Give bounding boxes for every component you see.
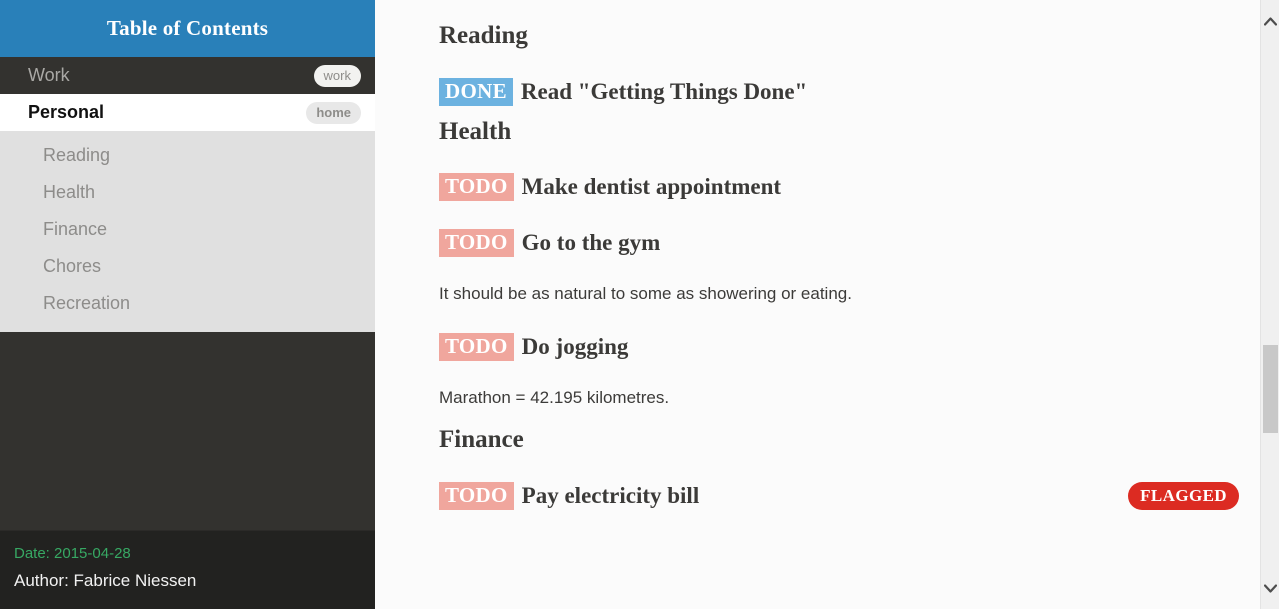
task-keyword-todo: TODO (439, 173, 514, 201)
sidebar-item-chores[interactable]: Chores (0, 248, 375, 285)
document-author: Author: Fabrice Niessen (14, 571, 197, 590)
task-title: Make dentist appointment (521, 174, 782, 200)
sidebar-item-personal-label: Personal (28, 102, 105, 122)
scroll-up-arrow-icon[interactable] (1261, 8, 1279, 34)
document-date: Date: 2015-04-28 (14, 545, 131, 562)
sidebar-item-reading[interactable]: Reading (0, 137, 375, 174)
app-root: Table of Contents Work work Personal hom… (0, 0, 1279, 609)
sidebar-item-finance[interactable]: Finance (0, 211, 375, 248)
scrollbar-thumb[interactable] (1263, 345, 1278, 433)
task-keyword-todo: TODO (439, 333, 514, 362)
scroll-down-arrow-icon[interactable] (1261, 575, 1279, 601)
task-row[interactable]: TODO Do jogging (439, 333, 1239, 362)
sidebar: Table of Contents Work work Personal hom… (0, 0, 375, 609)
sidebar-item-chores-label: Chores (43, 256, 102, 276)
task-title: Do jogging (521, 334, 629, 360)
section-heading-finance: Finance (439, 426, 524, 454)
table-of-contents-header: Table of Contents (0, 0, 375, 57)
sidebar-item-work-label: Work (28, 65, 70, 85)
section-heading-reading: Reading (439, 22, 528, 49)
toc-navigation: Work work Personal home Reading Health F… (0, 57, 375, 332)
sidebar-item-reading-label: Reading (43, 145, 111, 165)
toc-sublist: Reading Health Finance Chores Recreation (0, 131, 375, 332)
sidebar-item-recreation[interactable]: Recreation (0, 285, 375, 322)
task-note-paragraph: Marathon = 42.195 kilometres. (439, 388, 670, 408)
section-heading-health: Health (439, 117, 512, 145)
sidebar-tag-home: home (306, 101, 361, 124)
task-row[interactable]: TODO Pay electricity bill FLAGGED (439, 481, 1239, 510)
task-note-paragraph: It should be as natural to some as showe… (439, 284, 852, 303)
sidebar-item-personal[interactable]: Personal home (0, 94, 375, 131)
task-row[interactable]: DONE Read "Getting Things Done" (439, 77, 1239, 106)
sidebar-item-health-label: Health (43, 182, 96, 202)
status-badge-flagged: FLAGGED (1128, 481, 1239, 510)
sidebar-empty-space (0, 332, 375, 530)
sidebar-footer: Date: 2015-04-28 Author: Fabrice Niessen (0, 530, 375, 609)
task-keyword-todo: TODO (439, 229, 514, 257)
task-row[interactable]: TODO Make dentist appointment (439, 173, 1239, 201)
sidebar-item-finance-label: Finance (43, 219, 108, 239)
sidebar-item-health[interactable]: Health (0, 174, 375, 211)
document-content: Reading DONE Read "Getting Things Done" … (375, 0, 1279, 609)
sidebar-item-work[interactable]: Work work (0, 57, 375, 94)
vertical-scrollbar[interactable] (1260, 0, 1279, 609)
sidebar-tag-work: work (313, 64, 361, 87)
task-title: Go to the gym (521, 230, 661, 256)
task-keyword-done: DONE (439, 77, 513, 106)
task-keyword-todo: TODO (439, 481, 514, 510)
task-title: Pay electricity bill (521, 483, 700, 509)
sidebar-item-recreation-label: Recreation (43, 293, 131, 313)
task-title: Read "Getting Things Done" (520, 78, 808, 104)
task-row[interactable]: TODO Go to the gym (439, 229, 1239, 257)
